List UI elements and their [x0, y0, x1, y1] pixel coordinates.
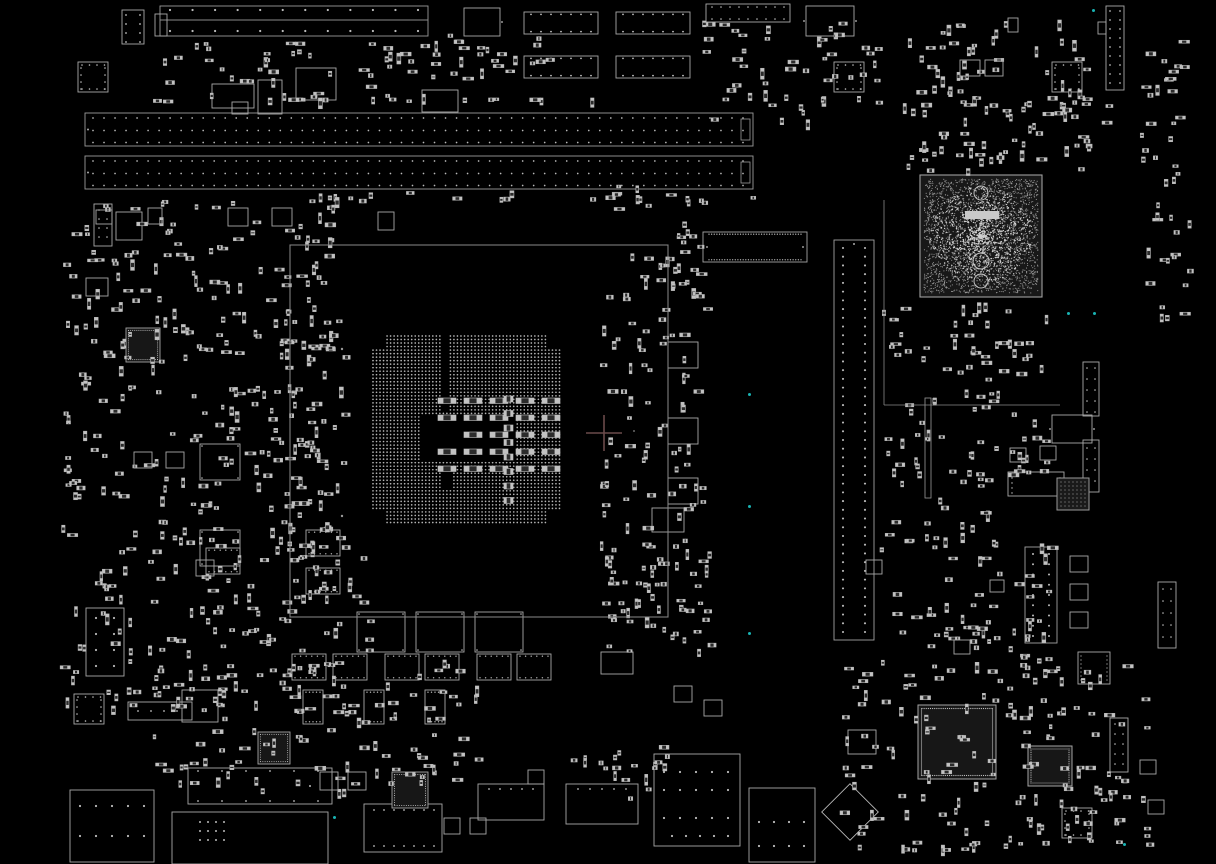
- board-silkscreen-layer: [59, 3, 1194, 864]
- selection-marker[interactable]: [333, 816, 336, 819]
- selection-marker[interactable]: [1067, 312, 1070, 315]
- selection-marker[interactable]: [1123, 843, 1126, 846]
- selection-marker[interactable]: [748, 393, 751, 396]
- selection-marker[interactable]: [748, 505, 751, 508]
- boardview-canvas[interactable]: [0, 0, 1216, 864]
- selection-marker[interactable]: [1092, 9, 1095, 12]
- selection-marker[interactable]: [1093, 312, 1096, 315]
- selection-marker[interactable]: [748, 632, 751, 635]
